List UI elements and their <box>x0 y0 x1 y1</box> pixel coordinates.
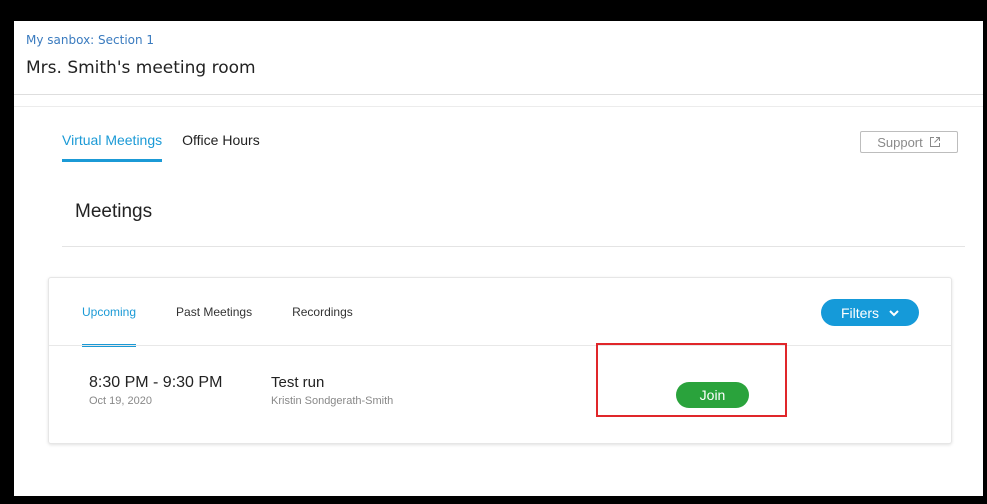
breadcrumb[interactable]: My sanbox: Section 1 <box>26 33 154 47</box>
meeting-time: 8:30 PM - 9:30 PM <box>89 374 223 391</box>
join-button[interactable]: Join <box>676 382 749 408</box>
tab-upcoming[interactable]: Upcoming <box>82 305 137 347</box>
meetings-heading: Meetings <box>75 201 153 222</box>
tab-virtual-meetings[interactable]: Virtual Meetings <box>62 132 163 162</box>
chevron-down-icon <box>889 309 899 316</box>
external-link-icon <box>929 137 940 147</box>
header-divider <box>14 94 983 95</box>
tab-past-meetings[interactable]: Past Meetings <box>176 305 252 319</box>
tab-recordings[interactable]: Recordings <box>292 305 353 319</box>
section-divider <box>62 246 965 247</box>
support-label: Support <box>877 134 923 150</box>
support-button[interactable]: Support <box>860 131 958 153</box>
meeting-title: Test run <box>271 374 325 391</box>
meetings-subtabs: Upcoming Past Meetings Recordings <box>82 305 393 347</box>
page-title: Mrs. Smith's meeting room <box>26 58 256 78</box>
meetings-card: Upcoming Past Meetings Recordings Filter… <box>48 277 952 444</box>
tab-office-hours[interactable]: Office Hours <box>182 132 260 148</box>
meeting-date: Oct 19, 2020 <box>89 395 152 407</box>
filters-label: Filters <box>840 304 880 321</box>
meeting-host: Kristin Sondgerath-Smith <box>271 395 394 407</box>
main-tabs: Virtual Meetings Office Hours <box>62 132 280 162</box>
filters-button[interactable]: Filters <box>821 299 919 326</box>
header-divider-secondary <box>14 106 983 107</box>
card-divider <box>49 345 951 346</box>
